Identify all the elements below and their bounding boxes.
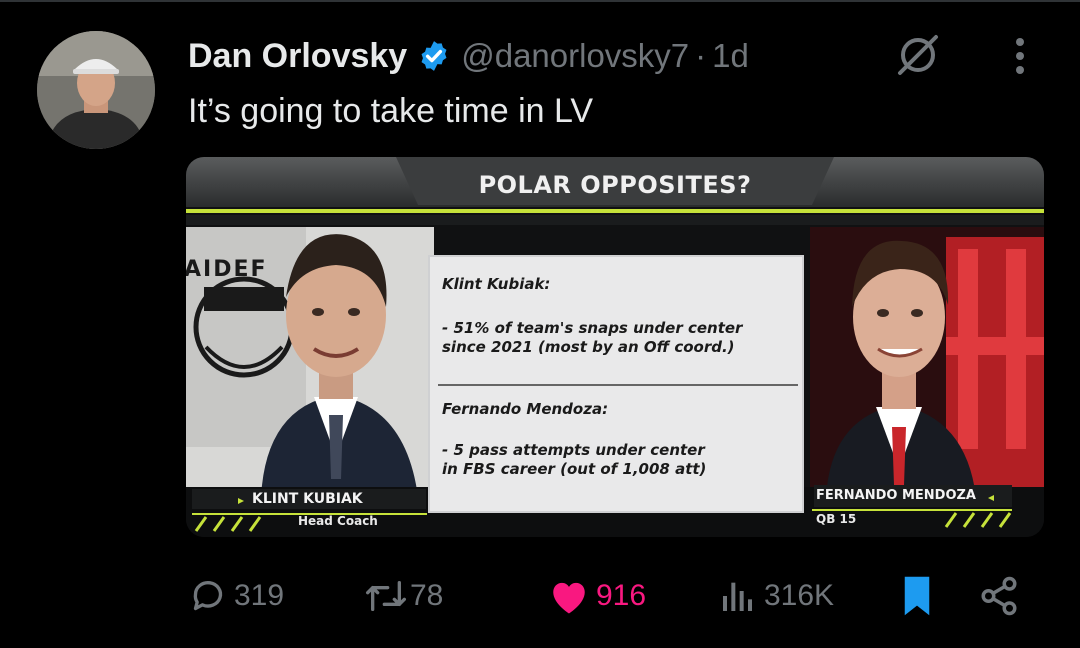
view-count: 316K <box>764 579 835 612</box>
share-button[interactable] <box>978 574 1020 618</box>
reply-count: 319 <box>234 579 285 612</box>
repost-button[interactable]: 78 <box>364 574 443 618</box>
tweet-text: It’s going to take time in LV <box>188 92 594 130</box>
repost-count: 78 <box>410 579 444 612</box>
top-divider <box>0 0 1080 2</box>
info-panel: Klint Kubiak: - 51% of team's snaps unde… <box>428 255 804 513</box>
panel-line-kubiak-1: - 51% of team's snaps under center <box>442 319 743 337</box>
views-icon <box>723 582 752 611</box>
more-icon[interactable] <box>1003 34 1037 78</box>
author-handle[interactable]: @danorlovsky7 <box>461 37 689 75</box>
panel-heading-kubiak: Klint Kubiak: <box>442 275 551 293</box>
avatar[interactable] <box>37 31 155 149</box>
panel-line-mendoza-1: - 5 pass attempts under center <box>442 441 705 459</box>
repost-icon <box>365 581 406 611</box>
timestamp[interactable]: 1d <box>712 37 749 75</box>
like-count: 916 <box>596 579 647 612</box>
left-title-label: Head Coach <box>298 514 378 528</box>
reply-icon <box>193 581 223 611</box>
panel-heading-mendoza: Fernando Mendoza: <box>442 400 609 418</box>
reply-button[interactable]: 319 <box>188 574 284 618</box>
bookmark-icon <box>904 576 930 616</box>
right-title-label: QB 15 <box>816 512 857 526</box>
tweet-media-image[interactable]: POLAR OPPOSITES? AIDEF Klint Kubiak: - 5… <box>186 157 1044 537</box>
views-button[interactable]: 316K <box>718 574 834 618</box>
panel-line-mendoza-2: in FBS career (out of 1,008 att) <box>442 460 707 478</box>
grok-icon[interactable] <box>892 29 944 81</box>
bookmark-button[interactable] <box>898 574 936 618</box>
author-name[interactable]: Dan Orlovsky <box>188 37 407 76</box>
separator-dot: · <box>695 37 707 74</box>
action-bar: 319 78 916 316K <box>0 574 1080 618</box>
verified-badge-icon <box>421 41 447 71</box>
left-name-label: KLINT KUBIAK <box>252 491 363 507</box>
like-icon <box>553 582 585 614</box>
tweet-header: Dan Orlovsky @danorlovsky7 · 1d <box>188 32 749 80</box>
left-sign-text: AIDEF <box>186 257 268 282</box>
like-button[interactable]: 916 <box>548 574 646 618</box>
right-name-label: FERNANDO MENDOZA <box>816 488 976 503</box>
panel-divider <box>438 384 798 386</box>
graphic-title: POLAR OPPOSITES? <box>478 171 752 199</box>
panel-line-kubiak-2: since 2021 (most by an Off coord.) <box>442 338 735 356</box>
share-icon <box>981 576 1017 616</box>
